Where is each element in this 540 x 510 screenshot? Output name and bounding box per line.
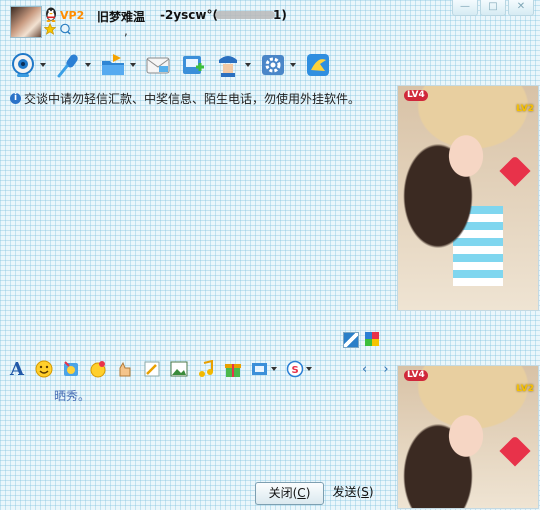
qq-penguin-icon — [46, 7, 56, 22]
minimize-button[interactable]: — — [452, 0, 478, 16]
emoji-button[interactable] — [35, 360, 53, 378]
redacted-qq-number — [215, 11, 275, 19]
gift-icon — [225, 364, 241, 377]
chevron-down-icon[interactable] — [271, 367, 277, 371]
sms-icon — [183, 56, 204, 74]
pen-icon — [144, 361, 160, 377]
soso-icon: S — [286, 360, 304, 378]
remote-assist-icon — [219, 56, 237, 77]
hand-icon — [119, 361, 131, 377]
input-toolbar: A S — [8, 358, 321, 380]
send-button-end: ) — [368, 485, 374, 499]
send-button[interactable]: 发送(S) — [328, 482, 378, 503]
chevron-down-icon[interactable] — [40, 63, 46, 67]
maximize-button[interactable]: □ — [480, 0, 506, 16]
chat-toolbar — [10, 52, 340, 78]
qq-speed-icon — [307, 54, 329, 76]
safety-notice-text: 交谈中请勿轻信汇款、中奖信息、陌生电话，勿使用外挂软件。 — [24, 92, 361, 106]
file-transfer-button[interactable] — [100, 52, 136, 78]
panel-switch-icons — [343, 332, 379, 348]
level-badge: LV4 — [404, 90, 428, 101]
vibrate-button[interactable] — [116, 360, 134, 378]
qq-speed-button[interactable] — [305, 52, 331, 78]
poke-face-icon — [90, 361, 106, 378]
search-bubble-icon[interactable] — [59, 23, 71, 35]
app-settings-button[interactable] — [260, 52, 296, 78]
contact-show-photo[interactable]: LV4 LV2 — [397, 85, 539, 311]
font-icon: A — [10, 358, 24, 380]
svg-text:S: S — [292, 365, 299, 376]
close-button-label: 关闭( — [268, 486, 298, 500]
contact-avatar[interactable] — [10, 6, 42, 38]
send-email-button[interactable] — [145, 52, 171, 78]
gift-button[interactable] — [224, 360, 242, 378]
microphone-icon — [57, 54, 78, 78]
font-button[interactable]: A — [8, 358, 26, 380]
poke-button[interactable] — [89, 360, 107, 378]
star-icon[interactable] — [44, 23, 56, 35]
qq-id-tail: 1) — [272, 8, 287, 22]
info-icon: i — [10, 93, 21, 104]
music-button[interactable] — [197, 360, 215, 378]
send-image-button[interactable] — [170, 360, 188, 378]
chevron-down-icon[interactable] — [130, 63, 136, 67]
magic-emoji-icon — [64, 361, 78, 376]
contact-signature: , — [124, 24, 128, 38]
chevron-down-icon[interactable] — [290, 63, 296, 67]
image-icon — [170, 361, 188, 377]
smiley-icon — [35, 360, 53, 378]
handwriting-button[interactable] — [143, 360, 161, 378]
heart-icon — [499, 155, 531, 187]
color-palette-icon[interactable] — [365, 332, 379, 346]
send-sms-button[interactable] — [180, 52, 206, 78]
level2-badge: LV2 — [516, 384, 534, 394]
my-show-photo[interactable]: LV4 LV2 — [397, 365, 539, 509]
close-window-button[interactable]: ✕ — [508, 0, 534, 16]
close-button-key: C — [297, 486, 306, 500]
window-controls: — □ ✕ — [452, 0, 534, 16]
soso-search-button[interactable]: S — [286, 360, 312, 378]
message-input-text[interactable]: 晒秀。 — [54, 387, 90, 404]
music-note-icon — [199, 360, 213, 377]
screenshot-button[interactable] — [251, 360, 277, 378]
chevron-down-icon[interactable] — [306, 367, 312, 371]
level2-badge: LV2 — [516, 104, 534, 114]
remote-assist-button[interactable] — [215, 52, 251, 78]
folder-transfer-icon — [102, 54, 124, 75]
close-button[interactable]: 关闭(C) — [255, 482, 324, 505]
vip-badge[interactable]: VP2 — [60, 9, 84, 22]
level-badge: LV4 — [404, 370, 428, 381]
status-icons — [44, 23, 71, 35]
video-icon — [12, 53, 34, 77]
chevron-down-icon[interactable] — [85, 63, 91, 67]
toolbar-scroll-arrows[interactable]: ‹ › — [362, 362, 395, 377]
magic-emoji-button[interactable] — [62, 360, 80, 378]
qq-id-text: -2yscw°( — [160, 8, 218, 22]
voice-call-button[interactable] — [55, 52, 91, 78]
send-button-key: S — [361, 485, 369, 499]
close-button-end: ) — [305, 486, 311, 500]
contact-nickname: 旧梦难温 — [97, 10, 146, 24]
send-button-label: 发送( — [332, 485, 362, 499]
app-settings-icon — [262, 55, 284, 75]
heart-icon — [499, 435, 531, 467]
email-icon — [146, 57, 170, 74]
resize-icon[interactable] — [343, 332, 359, 348]
chevron-down-icon[interactable] — [245, 63, 251, 67]
safety-notice: i 交谈中请勿轻信汇款、中奖信息、陌生电话，勿使用外挂软件。 — [10, 90, 360, 107]
video-call-button[interactable] — [10, 52, 46, 78]
screenshot-icon — [252, 363, 267, 375]
